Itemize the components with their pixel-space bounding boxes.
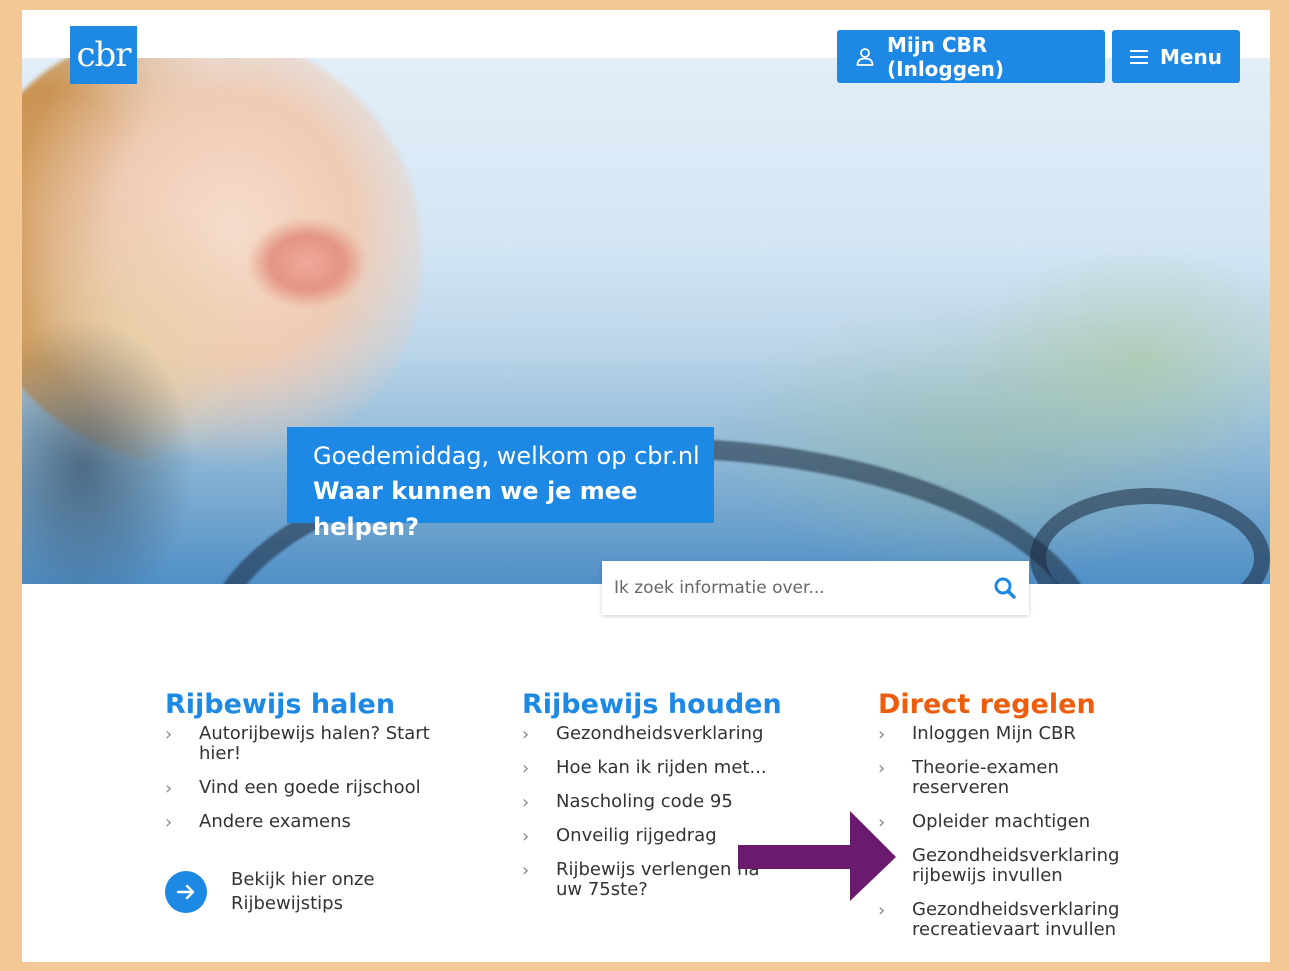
list-item[interactable]: › Theorie-examen reserveren xyxy=(878,758,1147,798)
list-item[interactable]: › Inloggen Mijn CBR xyxy=(878,724,1147,746)
hamburger-icon xyxy=(1130,49,1148,65)
list-item[interactable]: › Gezondheidsverklaring recreatievaart in… xyxy=(878,900,1147,940)
column-direct-regelen: Direct regelen › Inloggen Mijn CBR › Theor… xyxy=(878,688,1147,954)
car-mirror xyxy=(1030,488,1270,584)
list-item[interactable]: › Gezondheidsverklaring xyxy=(522,724,791,746)
list-item[interactable]: › Nascholing code 95 xyxy=(522,792,791,814)
list-item[interactable]: › Autorijbewijs halen? Start hier! xyxy=(165,724,434,764)
column-rijbewijs-halen: Rijbewijs halen › Autorijbewijs halen? St… xyxy=(165,688,434,846)
chevron-right-icon: › xyxy=(878,758,886,779)
welcome-greeting: Goedemiddag, welkom op cbr.nl xyxy=(313,442,700,470)
hero-shadow xyxy=(22,318,282,584)
column-title[interactable]: Rijbewijs houden xyxy=(522,688,791,722)
tips-label: Bekijk hier onze Rijbewijstips xyxy=(231,869,375,914)
chevron-right-icon: › xyxy=(878,724,886,745)
chevron-right-icon: › xyxy=(522,792,530,813)
list-item[interactable]: › Andere examens xyxy=(165,812,434,834)
chevron-right-icon: › xyxy=(522,758,530,779)
page: cbr Mijn CBR (Inloggen) Menu Goedemiddag… xyxy=(22,10,1270,962)
arrow-right-icon xyxy=(165,871,207,913)
list-item[interactable]: ›Gezondheidsverklaring rijbewijs invulle… xyxy=(878,846,1147,886)
chevron-right-icon: › xyxy=(522,860,530,881)
login-button[interactable]: Mijn CBR (Inloggen) xyxy=(837,30,1105,83)
search-icon[interactable] xyxy=(993,576,1017,604)
search-box xyxy=(602,561,1029,615)
chevron-right-icon: › xyxy=(165,812,173,833)
list-item[interactable]: › Vind een goede rijschool xyxy=(165,778,434,800)
column-title[interactable]: Direct regelen xyxy=(878,688,1147,722)
user-icon xyxy=(855,47,875,67)
search-input[interactable] xyxy=(602,578,972,598)
chevron-right-icon: › xyxy=(165,778,173,799)
welcome-question: Waar kunnen we je mee helpen? xyxy=(313,477,638,541)
welcome-box: Goedemiddag, welkom op cbr.nl Waar kunne… xyxy=(287,427,714,541)
chevron-right-icon: › xyxy=(522,826,530,847)
annotation-arrow-icon xyxy=(738,811,896,901)
column-title[interactable]: Rijbewijs halen xyxy=(165,688,434,722)
list-item[interactable]: › Opleider machtigen xyxy=(878,812,1147,834)
list-item[interactable]: › Hoe kan ik rijden met... xyxy=(522,758,791,780)
menu-button[interactable]: Menu xyxy=(1112,30,1240,83)
menu-button-label: Menu xyxy=(1160,44,1222,69)
cbr-logo[interactable]: cbr xyxy=(70,26,137,84)
login-button-label: Mijn CBR (Inloggen) xyxy=(887,32,1004,81)
chevron-right-icon: › xyxy=(522,724,530,745)
tips-link[interactable]: Bekijk hier onze Rijbewijstips xyxy=(165,868,391,916)
chevron-right-icon: › xyxy=(165,724,173,745)
